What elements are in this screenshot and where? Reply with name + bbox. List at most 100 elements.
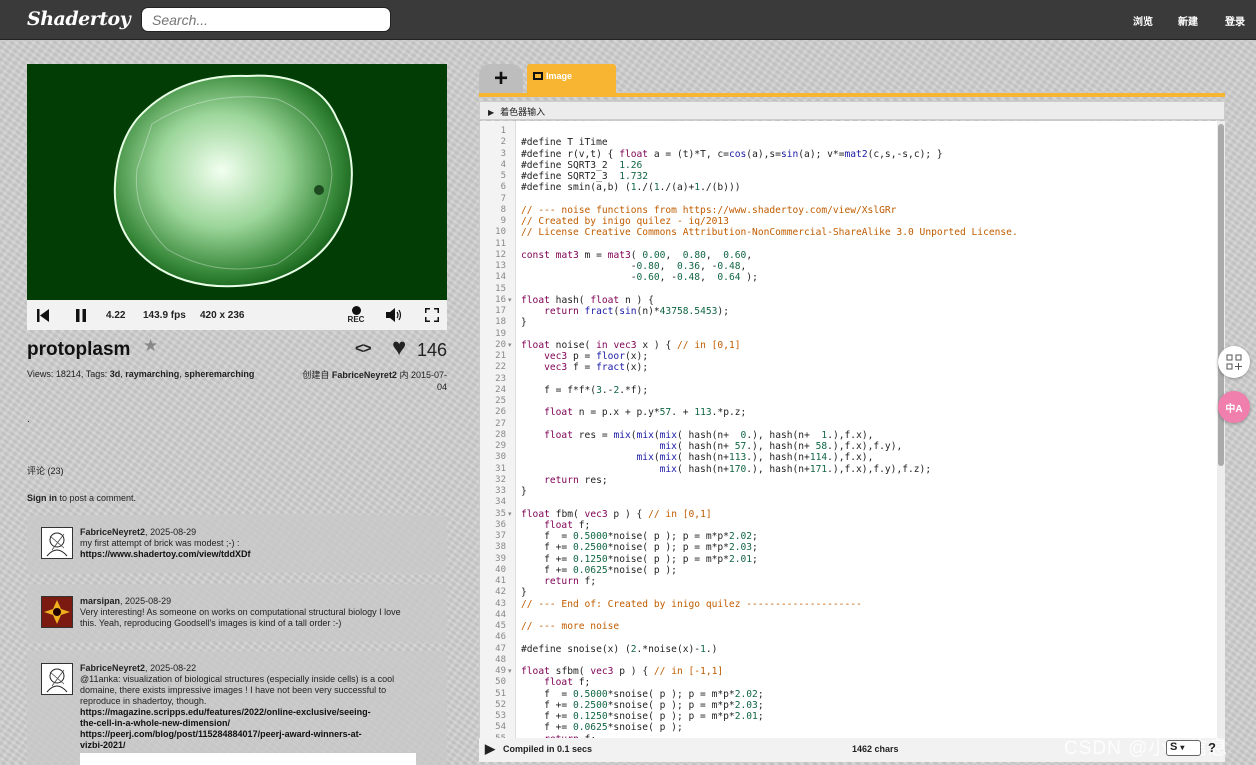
shader-canvas[interactable]	[27, 64, 447, 300]
comment-item: FabriceNeyret2, 2025-08-29 my first atte…	[27, 515, 447, 573]
signin-link[interactable]: Sign in	[27, 493, 57, 503]
pause-button[interactable]	[74, 300, 88, 330]
editor-font-select[interactable]: S ▾	[1166, 740, 1201, 756]
line-number: 53	[495, 711, 506, 721]
author-link[interactable]: FabriceNeyret2	[332, 370, 397, 380]
tab-image[interactable]: Image	[527, 64, 616, 94]
line-number: 42	[495, 587, 506, 598]
code-line[interactable]: f += 0.1250*snoise( p ); p = m*p*2.01;	[521, 711, 764, 722]
side-apps-button[interactable]	[1218, 346, 1250, 378]
nav-login[interactable]: 登录	[1225, 13, 1245, 28]
comment-date: 2025-08-22	[150, 663, 197, 673]
record-button[interactable]: REC	[345, 300, 367, 330]
fold-arrow-icon[interactable]: ▾	[508, 296, 512, 304]
line-number: 2	[500, 137, 506, 148]
code-line[interactable]: f += 0.0625*noise( p );	[521, 565, 677, 576]
fullscreen-button[interactable]	[424, 300, 440, 330]
site-logo[interactable]: Shadertoy	[27, 8, 131, 30]
comment-body: FabriceNeyret2, 2025-08-29 my first atte…	[80, 527, 430, 560]
code-line[interactable]: f = 0.5000*snoise( p ); p = m*p*2.02;	[521, 689, 764, 700]
favorite-star-icon[interactable]: ★	[143, 336, 158, 356]
code-line[interactable]: mix( hash(n+170.), hash(n+171.),f.x),f.y…	[521, 464, 931, 475]
help-button[interactable]: ?	[1208, 740, 1216, 755]
code-embed-icon[interactable]: <>	[355, 340, 372, 357]
code-line[interactable]: float hash( float n ) {	[521, 295, 654, 306]
code-line[interactable]: float sfbm( vec3 p ) { // in [-1,1]	[521, 666, 723, 677]
code-line[interactable]: -0.80, 0.36, -0.48,	[521, 261, 747, 272]
tab-underline	[479, 93, 1225, 97]
fold-arrow-icon[interactable]: ▾	[508, 510, 512, 518]
code-line[interactable]: #define smin(a,b) (1./(1./(a)+1./(b)))	[521, 182, 741, 193]
code-line[interactable]: f += 0.1250*noise( p ); p = m*p*2.01;	[521, 554, 758, 565]
add-tab-button[interactable]: +	[479, 64, 523, 94]
code-line[interactable]: // Created by inigo quilez - iq/2013	[521, 216, 729, 227]
compile-arrow-icon[interactable]: ▶	[485, 741, 495, 757]
rewind-button[interactable]	[36, 300, 50, 330]
comment-link[interactable]: https://www.shadertoy.com/view/tddXDf	[80, 549, 251, 559]
tag-link[interactable]: 3d	[110, 369, 121, 379]
code-line[interactable]: f += 0.2500*noise( p ); p = m*p*2.03;	[521, 542, 758, 553]
code-line[interactable]: return fract(sin(n)*43758.5453);	[521, 306, 729, 317]
fullscreen-icon	[425, 308, 439, 322]
code-line[interactable]: #define r(v,t) { float a = (t)*T, c=cos(…	[521, 149, 943, 160]
search-input[interactable]	[141, 7, 391, 32]
code-line[interactable]: -0.60, -0.48, 0.64 );	[521, 272, 758, 283]
code-line[interactable]: #define snoise(x) (2.*noise(x)-1.)	[521, 644, 717, 655]
code-line[interactable]: const mat3 m = mat3( 0.00, 0.80, 0.60,	[521, 250, 752, 261]
code-line[interactable]: return res;	[521, 475, 608, 486]
code-line[interactable]: f += 0.2500*snoise( p ); p = m*p*2.03;	[521, 700, 764, 711]
code-line[interactable]: // --- End of: Created by inigo quilez -…	[521, 599, 862, 610]
avatar[interactable]	[41, 596, 73, 628]
code-line[interactable]: #define T iTime	[521, 137, 608, 148]
code-line[interactable]: mix( hash(n+ 57.), hash(n+ 58.),f.x),f.y…	[521, 441, 903, 452]
code-line[interactable]: float noise( in vec3 x ) { // in [0,1]	[521, 340, 741, 351]
code-line[interactable]: float fbm( vec3 p ) { // in [0,1]	[521, 509, 712, 520]
pause-icon	[76, 308, 86, 322]
code-line[interactable]: f += 0.0625*snoise( p );	[521, 722, 683, 733]
volume-button[interactable]	[385, 300, 405, 330]
rewind-icon	[37, 308, 49, 322]
comment-link[interactable]: https://magazine.scripps.edu/features/20…	[80, 707, 371, 717]
comment-user[interactable]: marsipan	[80, 596, 120, 606]
avatar[interactable]	[41, 527, 73, 559]
code-line[interactable]: float f;	[521, 677, 590, 688]
fold-arrow-icon[interactable]: ▾	[508, 667, 512, 675]
code-line[interactable]: f = f*f*(3.-2.*f);	[521, 385, 648, 396]
avatar[interactable]	[41, 663, 73, 695]
code-line[interactable]: // --- more noise	[521, 621, 619, 632]
like-heart-icon[interactable]: ♥	[392, 335, 406, 361]
code-line[interactable]: f = 0.5000*noise( p ); p = m*p*2.02;	[521, 531, 758, 542]
code-line[interactable]: }	[521, 587, 527, 598]
comment-link[interactable]: the-cell-in-a-whole-new-dimension/	[80, 718, 230, 728]
code-line[interactable]: float f;	[521, 520, 590, 531]
side-translate-button[interactable]: 中A	[1218, 391, 1250, 423]
code-line[interactable]: #define SQRT2_3 1.732	[521, 171, 648, 182]
time-readout: 4.22	[106, 309, 126, 321]
comment-link[interactable]: vizbi-2021/	[80, 740, 126, 750]
code-line[interactable]: // --- noise functions from https://www.…	[521, 205, 896, 216]
code-line[interactable]: #define SQRT3_2 1.26	[521, 160, 642, 171]
comment-text: reproduce in shadertoy, though.	[80, 696, 207, 706]
code-line[interactable]: // License Creative Commons Attribution-…	[521, 227, 1018, 238]
code-line[interactable]: float n = p.x + p.y*57. + 113.*p.z;	[521, 407, 746, 418]
top-bar: Shadertoy 浏览 新建 登录	[0, 0, 1256, 40]
fold-arrow-icon[interactable]: ▾	[508, 341, 512, 349]
code-line[interactable]: vec3 p = floor(x);	[521, 351, 648, 362]
code-editor[interactable]: 1 2 3 4 5 6 7 8 9 10 11 12 13 14 15 16 ▾ 17 18 19 20 ▾ 21 22 23 2…	[479, 121, 1225, 738]
nav-new[interactable]: 新建	[1178, 13, 1198, 28]
tag-link[interactable]: raymarching	[125, 369, 179, 379]
code-line[interactable]: float res = mix(mix(mix( hash(n+ 0.), ha…	[521, 430, 873, 441]
comment-image	[80, 753, 416, 765]
code-line[interactable]: }	[521, 317, 527, 328]
line-number: 18	[495, 317, 506, 328]
code-line[interactable]: return f;	[521, 576, 596, 587]
code-line[interactable]: }	[521, 486, 527, 497]
code-line[interactable]: vec3 f = fract(x);	[521, 362, 648, 373]
comment-user[interactable]: FabriceNeyret2	[80, 663, 145, 673]
tag-link[interactable]: spheremarching	[184, 369, 254, 379]
shader-inputs-toggle[interactable]: ▶ 着色器输入	[479, 101, 1225, 120]
code-line[interactable]: mix(mix( hash(n+113.), hash(n+114.),f.x)…	[521, 452, 874, 463]
comment-link[interactable]: https://peerj.com/blog/post/115284884017…	[80, 729, 362, 739]
comment-user[interactable]: FabriceNeyret2	[80, 527, 145, 537]
nav-browse[interactable]: 浏览	[1133, 13, 1153, 28]
